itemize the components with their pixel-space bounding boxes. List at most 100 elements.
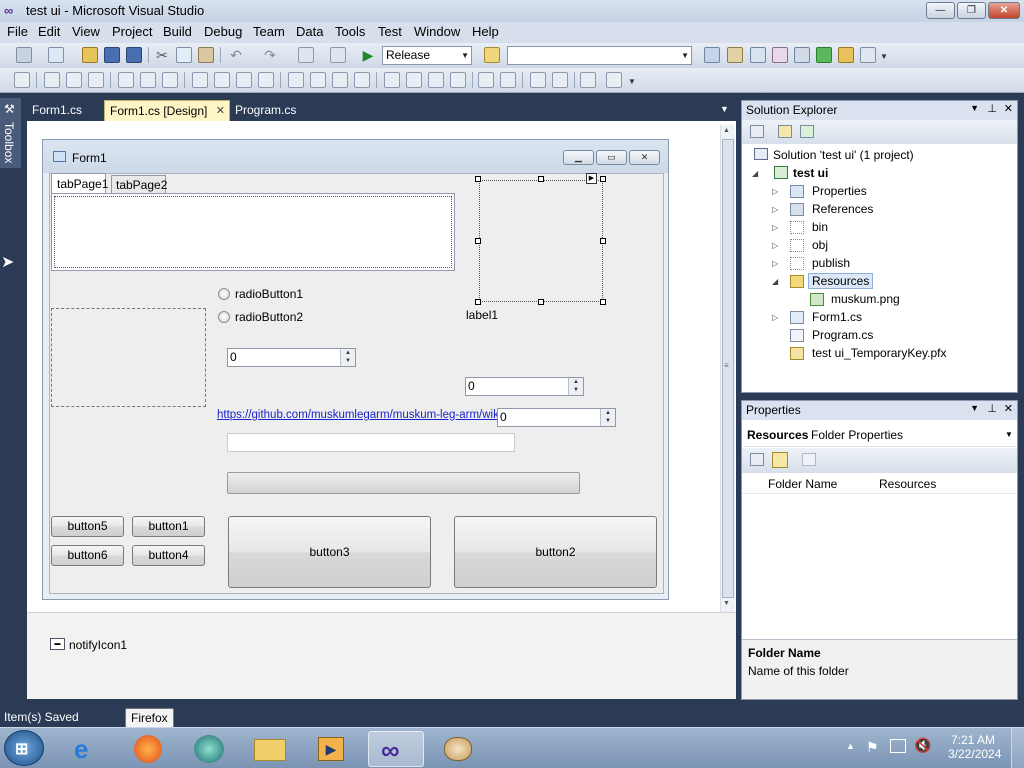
numeric-updown3[interactable]: 0 ▲ ▼ bbox=[497, 408, 616, 427]
component-tray[interactable]: ▬ notifyIcon1 bbox=[27, 612, 736, 699]
link-label[interactable]: https://github.com/muskumlegarm/muskum-l… bbox=[217, 409, 501, 421]
numeric-updown2[interactable]: 0 ▲ ▼ bbox=[465, 377, 584, 396]
menu-view[interactable]: View bbox=[72, 24, 100, 39]
add-item-icon[interactable] bbox=[48, 47, 64, 63]
button4[interactable]: button4 bbox=[132, 545, 205, 566]
panel-dashed[interactable] bbox=[51, 308, 206, 407]
expanded-triangle-icon[interactable]: ◢ bbox=[752, 169, 758, 178]
restore-button[interactable]: ❐ bbox=[957, 2, 986, 19]
size-to-grid-icon[interactable] bbox=[214, 72, 230, 88]
tree-item-form1-cs[interactable]: Form1.cs bbox=[812, 310, 862, 324]
redo-icon[interactable]: ↷ bbox=[262, 47, 278, 63]
tree-item-properties[interactable]: Properties bbox=[812, 184, 867, 198]
close-panel-icon[interactable]: ✕ bbox=[1004, 402, 1013, 415]
menu-team[interactable]: Team bbox=[253, 24, 285, 39]
form1-window[interactable]: Form1 ▁ ▭ ✕ tabPage1 tabPage2 ▶ label1 r… bbox=[42, 139, 669, 600]
tab-order-icon[interactable] bbox=[580, 72, 596, 88]
tree-item-references[interactable]: References bbox=[812, 202, 873, 216]
numeric-updown1[interactable]: 0 ▲ ▼ bbox=[227, 348, 356, 367]
form1-title-bar[interactable]: Form1 ▁ ▭ ✕ bbox=[43, 140, 668, 173]
close-tab-icon[interactable]: ✕ bbox=[216, 104, 225, 117]
tree-item-obj[interactable]: obj bbox=[812, 238, 828, 252]
tab-form1-cs[interactable]: Form1.cs bbox=[27, 100, 87, 121]
resize-handle[interactable] bbox=[475, 299, 481, 305]
action-center-flag-icon[interactable]: ⚑ bbox=[866, 739, 879, 756]
resize-handle[interactable] bbox=[600, 176, 606, 182]
property-value[interactable]: Resources bbox=[879, 477, 936, 491]
refresh-icon[interactable] bbox=[800, 125, 814, 138]
close-panel-icon[interactable]: ✕ bbox=[1004, 102, 1013, 115]
button6[interactable]: button6 bbox=[51, 545, 124, 566]
tree-item-publish[interactable]: publish bbox=[812, 256, 850, 270]
menu-edit[interactable]: Edit bbox=[38, 24, 60, 39]
tab-page1-panel[interactable] bbox=[54, 196, 452, 268]
radio-button2-circle[interactable] bbox=[218, 311, 230, 323]
tools-icon[interactable] bbox=[794, 47, 810, 63]
pin-icon[interactable]: ⊥ bbox=[987, 102, 997, 115]
menu-file[interactable]: File bbox=[7, 24, 28, 39]
cut-icon[interactable]: ✂ bbox=[154, 47, 170, 63]
form-close-button[interactable]: ✕ bbox=[629, 150, 660, 165]
menu-data[interactable]: Data bbox=[296, 24, 323, 39]
save-all-icon[interactable] bbox=[126, 47, 142, 63]
resize-handle[interactable] bbox=[475, 238, 481, 244]
start-button[interactable]: ⊞ bbox=[4, 730, 44, 766]
make-same-size-icon[interactable] bbox=[258, 72, 274, 88]
scroll-up-icon[interactable]: ▲ bbox=[723, 127, 730, 134]
notify-icon1[interactable]: notifyIcon1 bbox=[69, 638, 127, 652]
menu-tools[interactable]: Tools bbox=[335, 24, 365, 39]
categorized-icon[interactable] bbox=[750, 453, 764, 466]
taskbar-visual-studio[interactable]: ∞ bbox=[368, 731, 424, 767]
taskbar-internet-explorer[interactable]: e bbox=[60, 731, 116, 767]
tab-program-cs[interactable]: Program.cs bbox=[230, 100, 301, 121]
show-desktop-button[interactable] bbox=[1011, 728, 1024, 768]
properties-title-bar[interactable]: Properties ▼ ⊥ ✕ bbox=[742, 401, 1017, 420]
paste-icon[interactable] bbox=[198, 47, 214, 63]
extension-manager-icon[interactable] bbox=[838, 47, 854, 63]
navigate-forward-icon[interactable] bbox=[330, 47, 346, 63]
tab-page2-header[interactable]: tabPage2 bbox=[111, 175, 167, 193]
chevron-down-icon[interactable]: ▼ bbox=[880, 52, 888, 61]
solution-configuration-dropdown[interactable]: Release ▼ bbox=[382, 46, 472, 65]
taskbar-media-center[interactable]: ▶ bbox=[304, 731, 360, 767]
button5[interactable]: button5 bbox=[51, 516, 124, 537]
center-vertically-icon[interactable] bbox=[500, 72, 516, 88]
find-in-files-icon[interactable] bbox=[484, 47, 500, 63]
chevron-down-icon[interactable]: ▼ bbox=[970, 103, 979, 113]
decrease-vertical-spacing-icon[interactable] bbox=[428, 72, 444, 88]
taskbar-firefox[interactable] bbox=[120, 731, 176, 767]
align-to-grid-icon[interactable] bbox=[14, 72, 30, 88]
properties-icon[interactable] bbox=[750, 125, 764, 138]
vertical-spacing-equal-icon[interactable] bbox=[384, 72, 400, 88]
tree-item-muskum-png[interactable]: muskum.png bbox=[831, 292, 900, 306]
radio-button2-label[interactable]: radioButton2 bbox=[235, 310, 303, 324]
radio-button1-circle[interactable] bbox=[218, 288, 230, 300]
button2[interactable]: button2 bbox=[454, 516, 657, 588]
increase-horizontal-spacing-icon[interactable] bbox=[310, 72, 326, 88]
smart-tag-arrow-icon[interactable]: ▶ bbox=[586, 173, 597, 184]
open-file-icon[interactable] bbox=[82, 47, 98, 63]
save-icon[interactable] bbox=[104, 47, 120, 63]
form-minimize-button[interactable]: ▁ bbox=[563, 150, 594, 165]
toolbox-icon[interactable] bbox=[772, 47, 788, 63]
minimize-button[interactable]: — bbox=[926, 2, 955, 19]
text-box[interactable] bbox=[227, 433, 515, 452]
spin-arrows-icon[interactable]: ▲ ▼ bbox=[600, 409, 615, 426]
solution-explorer-icon[interactable] bbox=[704, 47, 720, 63]
align-bottoms-icon[interactable] bbox=[162, 72, 178, 88]
close-button[interactable]: ✕ bbox=[988, 2, 1020, 19]
alphabetical-icon[interactable] bbox=[772, 452, 788, 468]
menu-window[interactable]: Window bbox=[414, 24, 460, 39]
tab-page1-header[interactable]: tabPage1 bbox=[51, 173, 108, 194]
lock-controls-icon[interactable] bbox=[606, 72, 622, 88]
navigate-backward-icon[interactable] bbox=[298, 47, 314, 63]
form-maximize-button[interactable]: ▭ bbox=[596, 150, 627, 165]
clock[interactable]: 7:21 AM 3/22/2024 bbox=[948, 733, 1001, 761]
show-hidden-icons-chevron-icon[interactable]: ▲ bbox=[846, 741, 855, 751]
find-combo[interactable]: ▼ bbox=[507, 46, 692, 65]
copy-icon[interactable] bbox=[176, 47, 192, 63]
volume-muted-icon[interactable]: 🔇 bbox=[914, 737, 931, 754]
network-icon[interactable] bbox=[890, 739, 906, 753]
expander-icon[interactable]: ▷ bbox=[772, 223, 778, 232]
remove-vertical-spacing-icon[interactable] bbox=[450, 72, 466, 88]
